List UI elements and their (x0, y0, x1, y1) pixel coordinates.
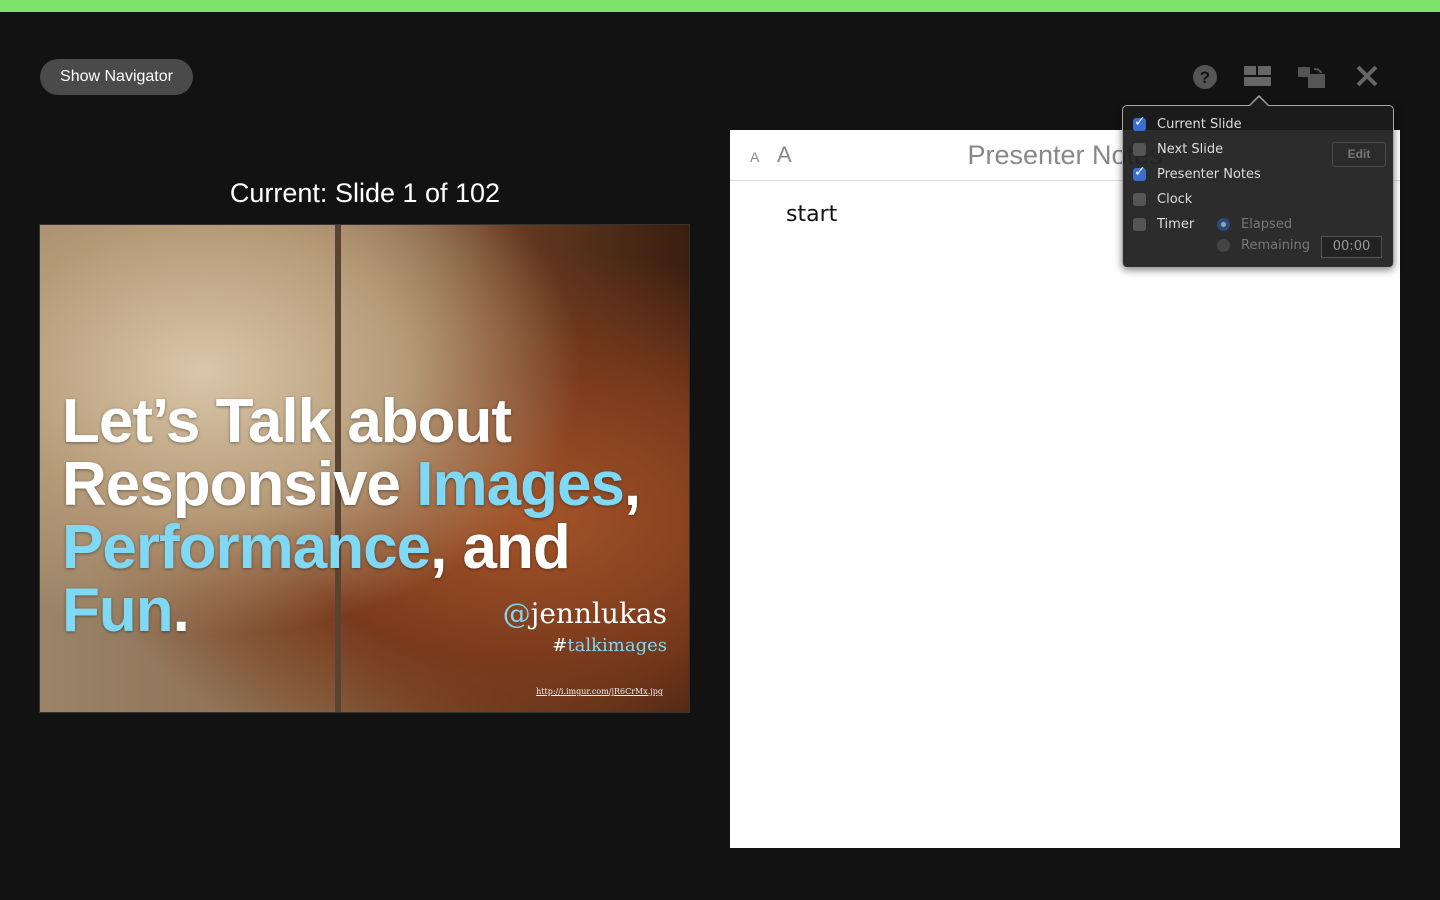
option-timer[interactable]: Timer (1133, 217, 1194, 232)
checkbox-checked[interactable] (1133, 164, 1146, 181)
top-accent-bar (0, 0, 1440, 12)
slide-hashtag: #talkimages (552, 635, 667, 656)
slide-title-text: Responsive (62, 450, 417, 519)
option-next-slide[interactable]: Next Slide (1133, 142, 1223, 157)
checkbox[interactable] (1133, 143, 1146, 156)
current-slide-label: Current: Slide 1 of 102 (229, 178, 501, 208)
checkbox-checked[interactable] (1133, 114, 1146, 131)
close-icon[interactable] (1355, 64, 1379, 90)
layout-options-popover: Current Slide Next Slide Presenter Notes… (1122, 105, 1394, 268)
radio-label: Remaining (1241, 238, 1311, 253)
hashtag-text: talkimages (567, 635, 667, 656)
handle-text: jennlukas (530, 597, 667, 630)
slide-title-highlight: Performance (62, 513, 431, 582)
popover-arrow-inner (1250, 97, 1268, 106)
slide-title-text: , and (430, 513, 571, 582)
show-navigator-button[interactable]: Show Navigator (40, 59, 193, 95)
checkbox[interactable] (1133, 193, 1146, 206)
option-label: Current Slide (1157, 117, 1242, 132)
radio-selected[interactable] (1217, 218, 1230, 231)
option-label: Timer (1157, 217, 1195, 232)
radio[interactable] (1217, 239, 1230, 252)
slide-image-credit: http://i.imgur.com/jR6CrMx.jpg (536, 687, 663, 696)
option-label: Presenter Notes (1157, 167, 1261, 182)
radio-label: Elapsed (1241, 217, 1293, 232)
slide-title-highlight: Fun (62, 576, 174, 645)
at-symbol: @ (502, 597, 531, 630)
checkbox[interactable] (1133, 218, 1146, 231)
timer-input[interactable]: 00:00 (1321, 236, 1382, 258)
notes-text[interactable]: start (786, 202, 837, 227)
layout-icon[interactable] (1244, 64, 1272, 88)
current-slide-preview: Let’s Talk about Responsive Images, Perf… (39, 224, 690, 713)
slide-twitter-handle: @jennlukas (503, 597, 667, 630)
slide-title-line: Let’s Talk about (62, 387, 512, 456)
option-clock[interactable]: Clock (1133, 192, 1192, 207)
slide-title-text: . (172, 576, 190, 645)
swap-displays-icon[interactable] (1298, 64, 1326, 90)
slide-title-highlight: Images (416, 450, 625, 519)
option-label: Next Slide (1157, 142, 1224, 157)
edit-notes-button[interactable]: Edit (1332, 142, 1386, 167)
radio-elapsed[interactable]: Elapsed (1217, 217, 1292, 232)
option-presenter-notes[interactable]: Presenter Notes (1133, 164, 1261, 182)
help-icon[interactable]: ? (1192, 64, 1218, 90)
hash-symbol: # (552, 635, 568, 656)
svg-text:?: ? (1200, 68, 1210, 87)
slide-title-text: , (623, 450, 641, 519)
option-label: Clock (1157, 192, 1193, 207)
radio-remaining[interactable]: Remaining (1217, 238, 1310, 253)
option-current-slide[interactable]: Current Slide (1133, 114, 1242, 132)
